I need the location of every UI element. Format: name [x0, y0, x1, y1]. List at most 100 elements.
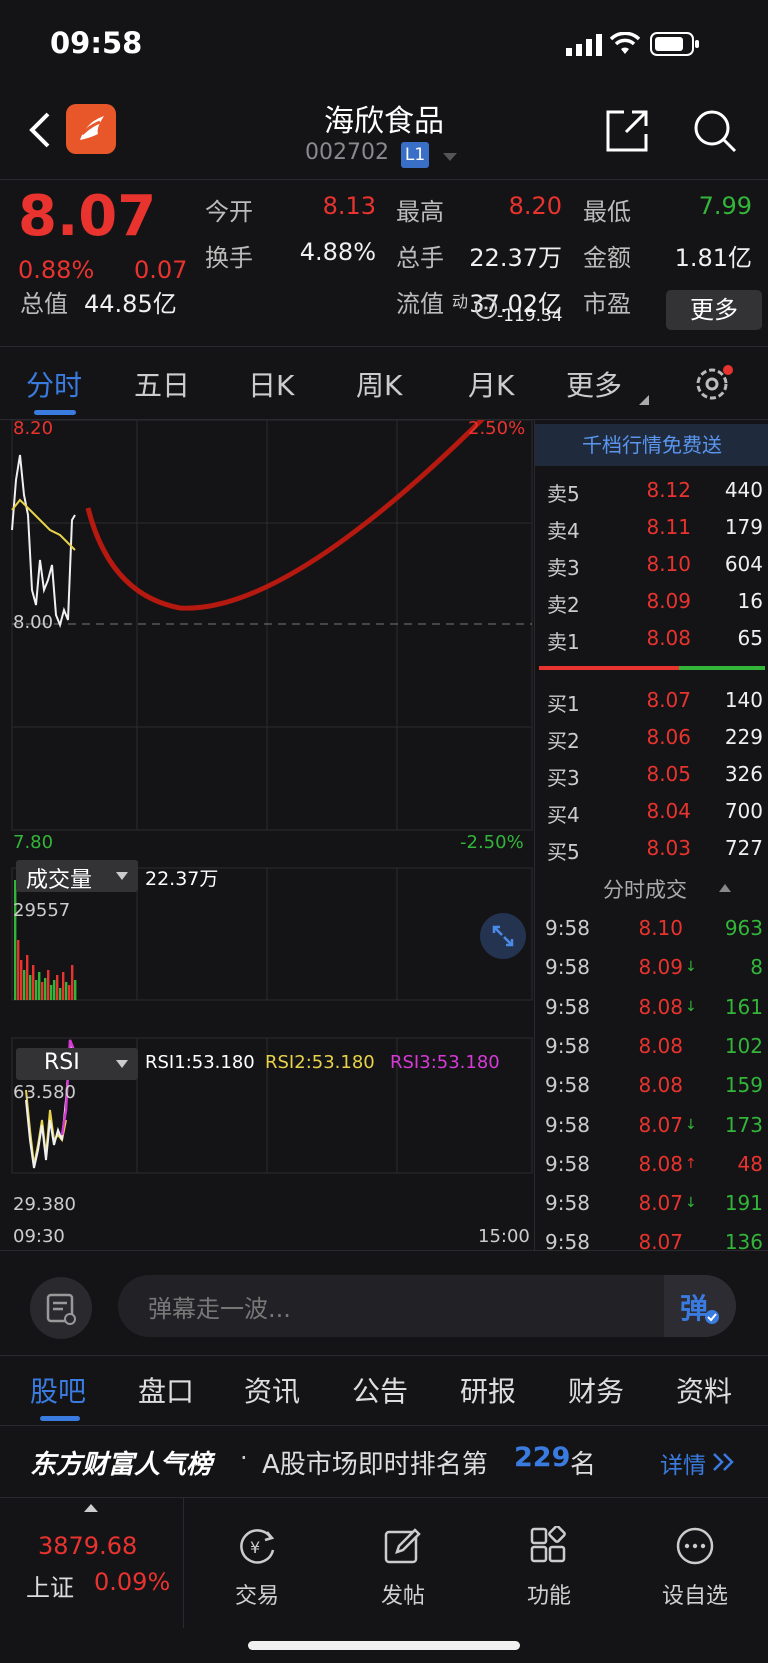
stat-label: 总手	[396, 244, 444, 272]
rank-number: 229	[514, 1442, 571, 1473]
trade-tick-row: 9:58 8.08 102	[535, 1028, 768, 1066]
tab-1[interactable]: 五日	[134, 364, 190, 404]
add-watchlist-icon	[676, 1527, 714, 1565]
popularity-rank-bar[interactable]: 东方财富人气榜 · A股市场即时排名第 229 名 详情	[0, 1425, 768, 1495]
ask-row-volume: 16	[737, 589, 763, 613]
info-tab-4[interactable]: 研报	[460, 1370, 516, 1410]
trade-tick-row: 9:58 8.09 ↓ 8	[535, 949, 768, 987]
volume-bar	[23, 970, 26, 1000]
tab-underline	[34, 410, 76, 415]
tick-time: 9:58	[545, 1073, 590, 1098]
nav-post[interactable]: 发帖	[330, 1498, 476, 1628]
bid-row: 买2 8.06 229	[535, 719, 768, 755]
volume-bar	[74, 980, 77, 1000]
caret-icon	[639, 395, 649, 405]
bid-row: 买5 8.03 727	[535, 830, 768, 866]
volume-selector[interactable]: 成交量	[16, 860, 138, 893]
bid-row-label: 买2	[547, 729, 580, 753]
ask-row: 卖4 8.11 179	[535, 509, 768, 545]
bid-row-label: 买1	[547, 692, 580, 716]
volume-bar	[17, 940, 20, 1000]
danmu-input[interactable]: 弹幕走一波...	[118, 1275, 736, 1337]
nav-add-watchlist[interactable]: 设自选	[622, 1498, 768, 1628]
tab-3[interactable]: 周K	[356, 364, 402, 404]
stat-value: 8.20	[508, 192, 562, 220]
bid-row-volume: 140	[724, 688, 763, 712]
danmu-toggle[interactable]	[30, 1277, 92, 1339]
info-tab-1[interactable]: 盘口	[138, 1370, 194, 1410]
info-tab-5[interactable]: 财务	[568, 1370, 624, 1410]
trade-tick-row: 9:58 8.08 159	[535, 1067, 768, 1105]
volume-bar	[62, 972, 65, 1000]
info-tab-0[interactable]: 股吧	[30, 1370, 86, 1410]
tick-arrow: ↓	[685, 1116, 697, 1133]
buy-pressure-bar	[679, 666, 765, 670]
info-tab-2[interactable]: 资讯	[244, 1370, 300, 1410]
volume-bar	[56, 975, 59, 1000]
volume-bar	[71, 965, 74, 1000]
tick-volume: 191	[724, 1191, 763, 1216]
price-mid-label: 8.00	[13, 612, 54, 633]
nav-apps[interactable]: 功能	[476, 1498, 622, 1628]
tab-2[interactable]: 日K	[248, 364, 294, 404]
index-ticker[interactable]: 3879.68 上证 0.09%	[0, 1498, 184, 1628]
ask-row-volume: 179	[724, 515, 763, 539]
stat-label: 最高	[396, 198, 444, 226]
free-quote-banner[interactable]: 千档行情免费送	[535, 424, 768, 466]
chart-svg	[11, 420, 533, 1174]
battery-icon	[650, 32, 699, 56]
bid-row-price: 8.04	[646, 799, 691, 823]
collapse-icon[interactable]	[719, 884, 731, 892]
info-tabs: 股吧 盘口 资讯 公告 研报 财务 资料	[0, 1355, 768, 1425]
price-low-label: 7.80	[13, 832, 54, 853]
ask-row-label: 卖1	[547, 630, 580, 654]
stat-label: 最低	[583, 198, 631, 226]
info-icon[interactable]	[474, 296, 498, 320]
stat-label: 流值	[396, 290, 444, 318]
tick-price: 8.08	[638, 1073, 683, 1098]
info-tab-3[interactable]: 公告	[352, 1370, 408, 1410]
chart-tabs: 分时 五日 日K 周K 月K 更多	[0, 350, 768, 420]
order-book: 千档行情免费送 卖5 8.12 440 卖4 8.11 179 卖3 8.10 604 卖2 8.0…	[534, 420, 768, 1254]
stat-label: 今开	[205, 198, 253, 226]
bid-row: 买1 8.07 140	[535, 682, 768, 718]
rank-details-link[interactable]: 详情	[660, 1446, 706, 1480]
rsi-selector[interactable]: RSI	[16, 1048, 138, 1080]
intraday-chart[interactable]: 8.20 2.50% 8.00 7.80 -2.50% 成交量 22.37万 2…	[0, 418, 534, 1250]
tick-time: 9:58	[545, 994, 590, 1019]
ask-row-label: 卖2	[547, 593, 580, 617]
pct-high-label: 2.50%	[468, 418, 526, 439]
bid-row-price: 8.06	[646, 725, 691, 749]
time-end-label: 15:00	[478, 1226, 530, 1247]
expand-icon	[492, 925, 514, 947]
bid-row-volume: 700	[724, 799, 763, 823]
settings-icon[interactable]	[694, 364, 734, 404]
ask-row-price: 8.08	[646, 626, 691, 650]
volume-bar	[68, 985, 71, 1000]
danmu-send-button[interactable]: 弹	[664, 1275, 736, 1337]
tick-arrow: ↓	[685, 959, 697, 976]
bid-row-volume: 229	[724, 725, 763, 749]
volume-bar	[26, 955, 29, 1000]
apps-icon	[530, 1525, 566, 1563]
more-button[interactable]: 更多	[666, 290, 762, 330]
ask-row-label: 卖4	[547, 519, 580, 543]
bid-row-volume: 326	[724, 762, 763, 786]
trade-icon: ¥	[240, 1529, 275, 1564]
chevron-down-icon[interactable]	[442, 152, 458, 162]
search-icon[interactable]	[692, 108, 738, 154]
stat-label: 总值	[20, 290, 68, 318]
info-tab-6[interactable]: 资料	[676, 1370, 732, 1410]
expand-button[interactable]	[480, 913, 526, 959]
ask-row-price: 8.11	[646, 515, 691, 539]
share-icon[interactable]	[604, 108, 650, 154]
stat-label: 换手	[205, 244, 253, 272]
bid-row-price: 8.07	[646, 688, 691, 712]
rsi-low-label: 29.380	[13, 1194, 76, 1215]
tab-4[interactable]: 月K	[468, 364, 514, 404]
nav-trade[interactable]: ¥ 交易	[184, 1498, 330, 1628]
tab-0[interactable]: 分时	[26, 364, 82, 404]
rank-dot: ·	[240, 1444, 248, 1472]
volume-bar	[59, 988, 62, 1000]
tab-5[interactable]: 更多	[566, 364, 622, 404]
